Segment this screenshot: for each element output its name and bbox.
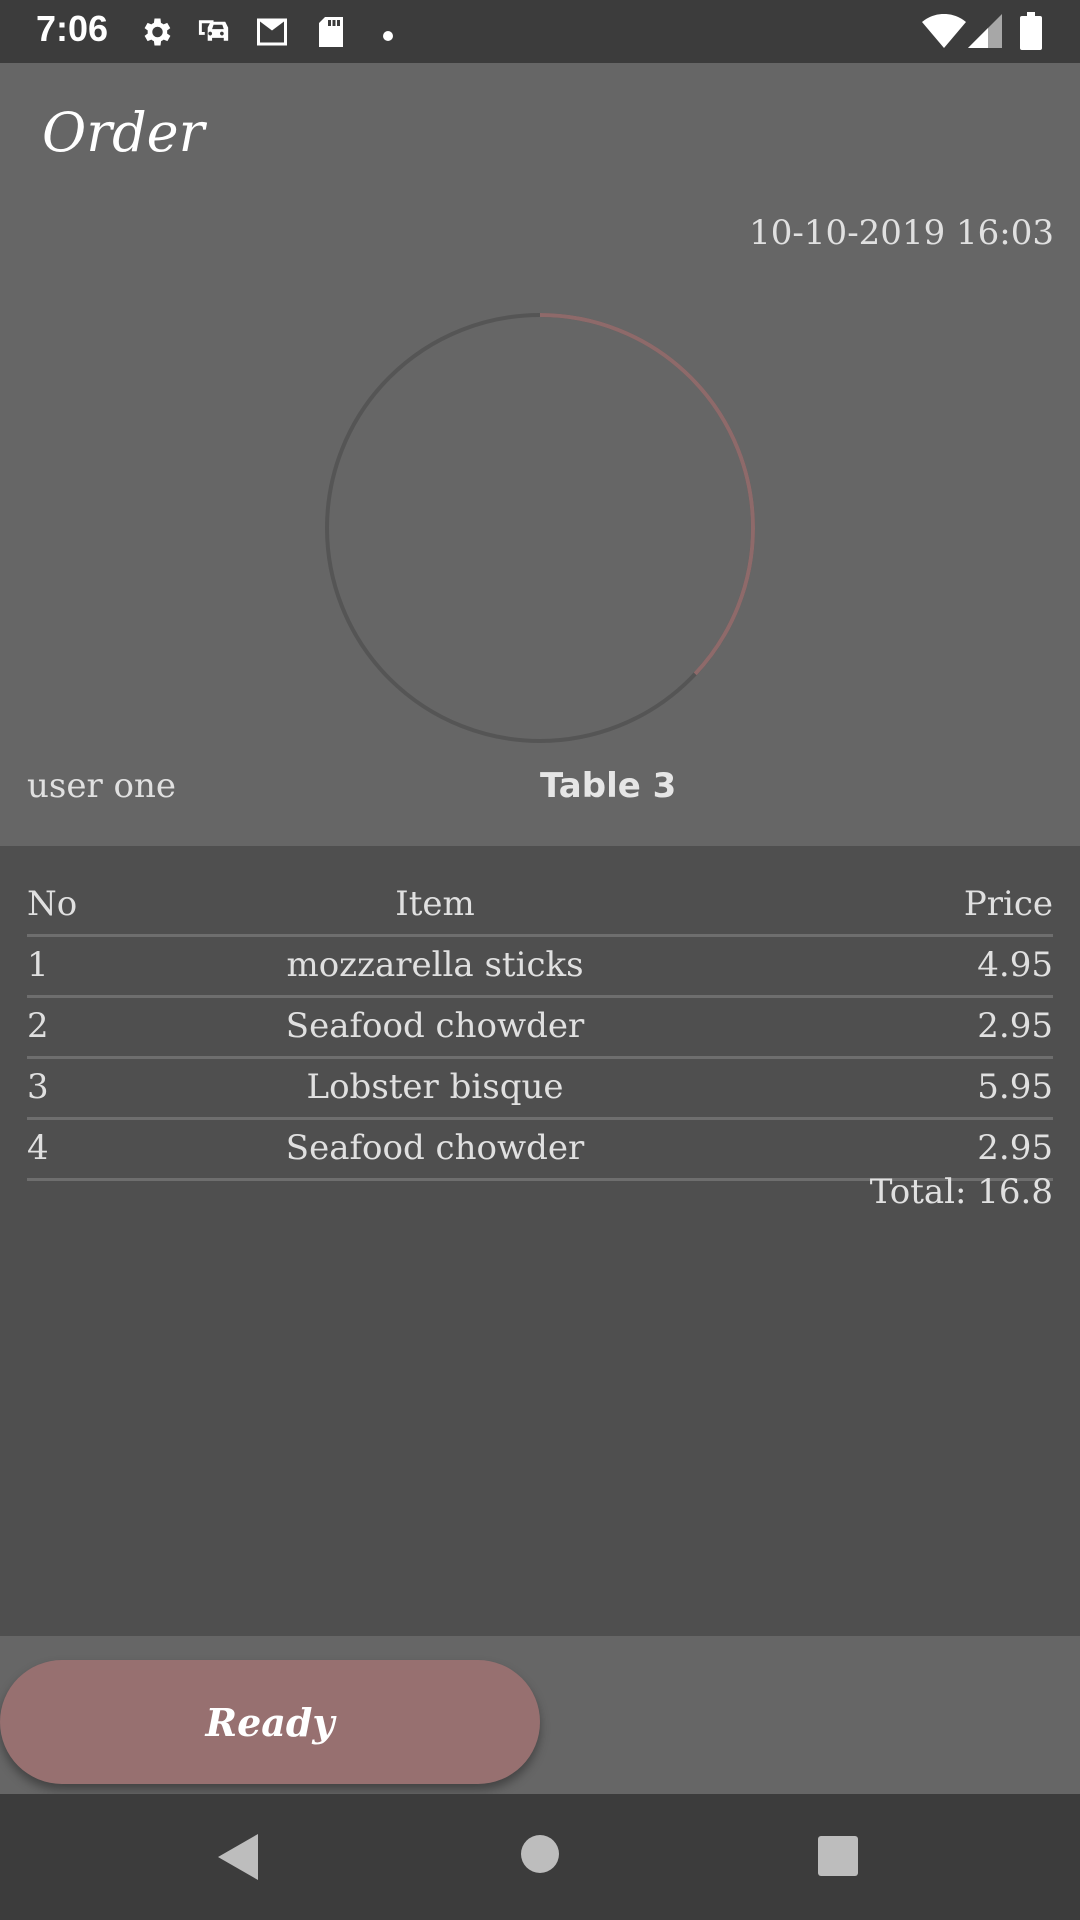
table-header-row: No Item Price (27, 876, 1053, 937)
home-icon[interactable] (520, 1834, 560, 1878)
wifi-icon (922, 13, 966, 52)
row-price: 2.95 (977, 1128, 1053, 1168)
battery-icon (1020, 12, 1042, 54)
table-row[interactable]: 3 Lobster bisque 5.95 (27, 1059, 1053, 1120)
gear-icon (138, 14, 174, 54)
navigation-bar (0, 1794, 1080, 1920)
action-panel: Ready (0, 1636, 1080, 1794)
row-item: mozzarella sticks (286, 945, 584, 985)
order-header-panel: Order 10-10-2019 16:03 user one Table 3 (0, 63, 1080, 846)
order-timer-ring (325, 313, 755, 743)
row-item: Seafood chowder (285, 1128, 585, 1168)
dot-icon (383, 26, 393, 45)
car-icon (196, 14, 234, 54)
order-table: No Item Price 1 mozzarella sticks 4.95 2… (27, 876, 1053, 1181)
column-header-item: Item (395, 884, 475, 924)
recents-icon[interactable] (818, 1836, 858, 1880)
signal-icon (968, 14, 1002, 52)
table-label: Table 3 (540, 766, 677, 806)
row-price: 4.95 (977, 945, 1053, 985)
column-header-price: Price (963, 884, 1053, 924)
row-price: 2.95 (977, 1006, 1053, 1046)
user-name: user one (27, 766, 177, 806)
page-title: Order (42, 101, 205, 164)
table-row[interactable]: 2 Seafood chowder 2.95 (27, 998, 1053, 1059)
status-time: 7:06 (36, 8, 109, 49)
row-item: Lobster bisque (306, 1067, 564, 1107)
order-items-panel: No Item Price 1 mozzarella sticks 4.95 2… (0, 846, 1080, 1636)
sd-card-icon (316, 14, 346, 54)
row-item: Seafood chowder (285, 1006, 585, 1046)
gmail-icon (252, 14, 292, 54)
back-icon[interactable] (218, 1834, 258, 1884)
status-bar: 7:06 (0, 0, 1080, 63)
table-row[interactable]: 1 mozzarella sticks 4.95 (27, 937, 1053, 998)
row-price: 5.95 (977, 1067, 1053, 1107)
order-total: Total: 16.8 (869, 1172, 1053, 1212)
ready-button[interactable]: Ready (0, 1660, 540, 1784)
timer-progress (325, 313, 755, 743)
timer-track (325, 313, 755, 743)
order-datetime: 10-10-2019 16:03 (749, 213, 1054, 253)
